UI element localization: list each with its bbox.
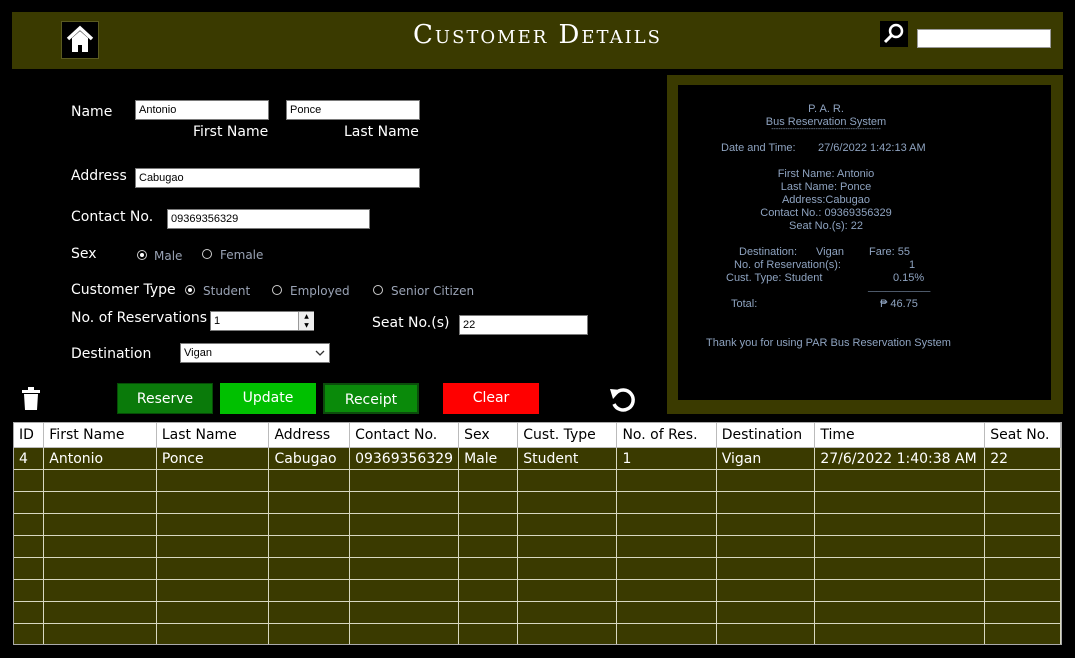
contact-label: Contact No.	[71, 209, 154, 225]
table-cell[interactable]: 27/6/2022 1:40:38 AM	[814, 447, 986, 470]
receipt-seats: Seat No.(s): 22	[789, 220, 863, 232]
first-name-input[interactable]: Antonio	[135, 100, 269, 120]
receipt-datetime-label: Date and Time:	[721, 142, 796, 154]
radio-female[interactable]	[202, 249, 212, 259]
delete-button[interactable]	[21, 387, 41, 415]
reservations-stepper[interactable]: 1 ▲ ▼	[210, 311, 314, 331]
table-row-empty[interactable]	[14, 623, 1061, 644]
table-cell[interactable]: Cabugao	[268, 447, 351, 470]
address-input[interactable]: Cabugao	[135, 168, 420, 188]
receipt-destination-label: Destination:	[739, 246, 798, 258]
customer-table[interactable]: ID First Name Last Name Address Contact …	[13, 422, 1062, 645]
receipt-button[interactable]: Receipt	[323, 383, 419, 414]
table-cell[interactable]: Vigan	[716, 447, 816, 470]
radio-senior-citizen[interactable]	[373, 285, 383, 295]
table-row-empty[interactable]	[14, 469, 1061, 492]
receipt-total-value: ₱ 46.75	[880, 298, 918, 310]
table-cell[interactable]: Ponce	[156, 447, 270, 470]
receipt-panel: P. A. R. Bus Reservation System --------…	[678, 85, 1051, 400]
table-cell[interactable]: Student	[517, 447, 618, 470]
refresh-button[interactable]	[607, 384, 639, 418]
table-cell[interactable]: 09369356329	[349, 447, 460, 470]
search-icon	[883, 23, 904, 44]
update-button[interactable]: Update	[220, 383, 316, 414]
column-header-address[interactable]: Address	[268, 423, 351, 448]
table-row[interactable]: 4 Antonio Ponce Cabugao 09369356329 Male…	[14, 447, 1061, 470]
receipt-fare: Fare: 55	[869, 246, 910, 258]
receipt-company: P. A. R.	[808, 103, 844, 115]
destination-value: Vigan	[184, 347, 212, 359]
clear-button[interactable]: Clear	[443, 383, 539, 414]
receipt-contact: Contact No.: 09369356329	[760, 207, 892, 219]
receipt-reservations-label: No. of Reservation(s):	[734, 259, 841, 271]
destination-select[interactable]: Vigan	[180, 343, 330, 363]
chevron-down-icon	[315, 350, 325, 356]
radio-employed-label: Employed	[290, 284, 350, 298]
receipt-total-rule: ______________	[868, 283, 931, 292]
table-cell[interactable]: 4	[14, 447, 45, 470]
table-cell[interactable]: Male	[458, 447, 519, 470]
radio-male-label: Male	[154, 249, 183, 263]
receipt-thanks: Thank you for using PAR Bus Reservation …	[706, 337, 951, 349]
reserve-button[interactable]: Reserve	[117, 383, 213, 414]
reservations-label: No. of Reservations	[71, 310, 207, 326]
table-row-empty[interactable]	[14, 557, 1061, 580]
last-name-caption: Last Name	[344, 124, 419, 140]
table-cell[interactable]: 1	[616, 447, 717, 470]
receipt-destination-value: Vigan	[816, 246, 844, 258]
column-header-no-of-res[interactable]: No. of Res.	[616, 423, 717, 448]
customer-type-label: Customer Type	[71, 282, 176, 298]
receipt-cust-type: Cust. Type: Student	[726, 272, 823, 284]
column-header-sex[interactable]: Sex	[458, 423, 519, 448]
receipt-total-label: Total:	[731, 298, 758, 310]
address-label: Address	[71, 168, 127, 184]
column-header-destination[interactable]: Destination	[716, 423, 816, 448]
column-header-seat-no[interactable]: Seat No.	[984, 423, 1061, 448]
seat-label: Seat No.(s)	[372, 315, 450, 331]
receipt-divider: ----------------------------------------…	[771, 126, 881, 133]
column-header-cust-type[interactable]: Cust. Type	[517, 423, 618, 448]
column-header-contact[interactable]: Contact No.	[349, 423, 460, 448]
refresh-icon	[610, 388, 635, 412]
last-name-input[interactable]: Ponce	[286, 100, 420, 120]
radio-senior-citizen-label: Senior Citizen	[391, 284, 475, 298]
table-row-empty[interactable]	[14, 601, 1061, 624]
table-row-empty[interactable]	[14, 491, 1061, 514]
radio-student-label: Student	[203, 284, 251, 298]
destination-label: Destination	[71, 346, 152, 362]
receipt-first-name: First Name: Antonio	[777, 168, 875, 180]
column-header-id[interactable]: ID	[14, 423, 45, 448]
table-row-empty[interactable]	[14, 513, 1061, 536]
search-button[interactable]	[880, 21, 908, 47]
table-header-row: ID First Name Last Name Address Contact …	[14, 423, 1061, 448]
sex-label: Sex	[71, 246, 97, 262]
table-row-empty[interactable]	[14, 535, 1061, 558]
contact-input[interactable]: 09369356329	[167, 209, 370, 229]
stepper-up-icon[interactable]: ▲	[298, 312, 314, 321]
radio-employed[interactable]	[272, 285, 282, 295]
receipt-address: Address:Cabugao	[781, 194, 871, 206]
radio-student[interactable]	[185, 285, 195, 295]
seat-input[interactable]: 22	[459, 315, 588, 335]
stepper-down-icon[interactable]: ▼	[298, 321, 314, 330]
search-input[interactable]	[917, 29, 1051, 48]
trash-icon	[22, 387, 40, 410]
receipt-datetime-value: 27/6/2022 1:42:13 AM	[818, 142, 926, 154]
column-header-first-name[interactable]: First Name	[43, 423, 157, 448]
page-title: Customer Details	[413, 20, 662, 50]
table-cell[interactable]: 22	[984, 447, 1061, 470]
name-label: Name	[71, 104, 113, 120]
column-header-last-name[interactable]: Last Name	[156, 423, 270, 448]
column-header-time[interactable]: Time	[814, 423, 986, 448]
table-row-empty[interactable]	[14, 579, 1061, 602]
radio-male[interactable]	[137, 250, 147, 260]
receipt-last-name: Last Name: Ponce	[780, 181, 872, 193]
receipt-reservations-value: 1	[909, 259, 916, 271]
radio-female-label: Female	[220, 248, 264, 262]
table-cell[interactable]: Antonio	[43, 447, 157, 470]
first-name-caption: First Name	[193, 124, 269, 140]
